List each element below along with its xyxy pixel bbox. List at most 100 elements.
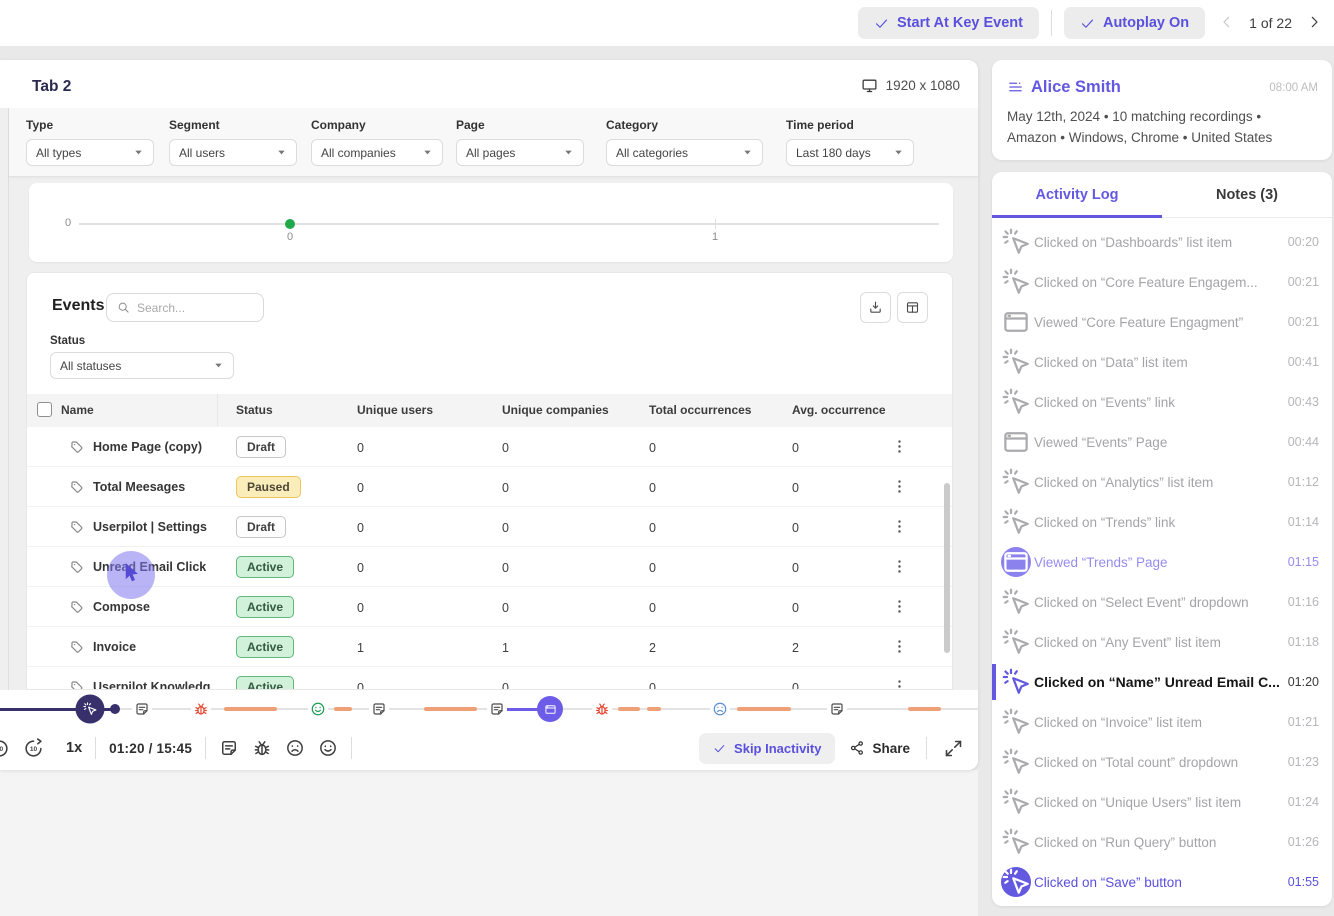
kebab-menu-icon[interactable] [891,638,908,655]
playback-timeline[interactable] [0,694,978,724]
status-badge: Active [236,596,294,618]
events-search[interactable] [106,293,264,322]
timeline-frown-marker[interactable] [710,699,730,719]
forward-10-button[interactable]: 10 [23,738,44,759]
cell-value: 0 [357,561,364,575]
table-columns-button[interactable] [897,292,928,323]
divider [95,737,96,759]
check-icon [874,16,889,31]
select-all-checkbox[interactable] [37,402,52,417]
report-bug-button[interactable] [252,738,272,758]
activity-log-item[interactable]: Clicked on “Total count” dropdown01:23 [992,742,1332,782]
cell-value: 0 [502,441,509,455]
search-input[interactable] [137,301,253,315]
filter-select[interactable]: All categories [606,139,763,166]
table-row[interactable]: Userpilot Knowledge ...Active0000 [27,667,952,689]
chevron-down-icon [213,360,224,371]
cell-value: 0 [792,481,799,495]
table-row[interactable]: Userpilot | SettingsDraft0000 [27,507,952,547]
table-row[interactable]: Unread Email ClickActive0000 [27,547,952,587]
user-name[interactable]: Alice Smith [1031,78,1121,97]
tab-activity-log[interactable]: Activity Log [992,172,1162,217]
chart-x-tick: 1 [712,231,718,243]
next-recording-button[interactable] [1304,13,1324,33]
filter-select[interactable]: All users [169,139,297,166]
column-header: Unique companies [502,403,609,417]
timeline-playhead[interactable] [76,695,105,724]
activity-log-item[interactable]: Clicked on “Invoice” list item01:21 [992,702,1332,742]
activity-log-item[interactable]: Clicked on “Events” link00:43 [992,382,1332,422]
activity-log-item[interactable]: Clicked on “Select Event” dropdown01:16 [992,582,1332,622]
activity-log-item[interactable]: Clicked on “Data” list item00:41 [992,342,1332,382]
chevD-icon [422,147,433,158]
timeline-note-marker[interactable] [132,699,152,719]
activity-log-item[interactable]: Clicked on “Core Feature Engagem...00:21 [992,262,1332,302]
add-note-button[interactable] [219,738,239,758]
activity-text: Clicked on “Events” link [1034,395,1284,410]
chart-data-point[interactable] [285,219,295,229]
activity-log-item[interactable]: Clicked on “Any Event” list item01:18 [992,622,1332,662]
negative-reaction-button[interactable] [285,738,305,758]
filter-select[interactable]: All companies [311,139,443,166]
timeline-note-marker[interactable] [487,699,507,719]
table-row[interactable]: InvoiceActive1122 [27,627,952,667]
recorded-app: TypeAll typesSegmentAll usersCompanyAll … [8,108,978,690]
activity-text: Clicked on “Name” Unread Email C... [1034,674,1284,690]
table-row[interactable]: Home Page (copy)Draft0000 [27,427,952,467]
timeline-bug-marker[interactable] [191,699,211,719]
start-at-key-event-button[interactable]: Start At Key Event [858,7,1039,39]
smile-icon [310,701,326,717]
kebab-menu-icon[interactable] [891,518,908,535]
activity-log-item[interactable]: Clicked on “Trends” link01:14 [992,502,1332,542]
filter-segment: SegmentAll users [169,118,297,166]
activity-log-item[interactable]: Viewed “Core Feature Engagment”00:21 [992,302,1332,342]
playback-speed-button[interactable]: 1x [66,740,82,756]
activity-log-item[interactable]: Clicked on “Dashboards” list item00:20 [992,222,1332,262]
activity-log-item[interactable]: Viewed “Trends” Page01:15 [992,542,1332,582]
skip-inactivity-toggle[interactable]: Skip Inactivity [699,733,835,764]
screen-resolution: 1920 x 1080 [861,77,960,94]
timeline-bug-marker[interactable] [592,699,612,719]
expand-icon [943,738,964,759]
activity-log-item[interactable]: Clicked on “Run Query” button01:26 [992,822,1332,862]
timeline-note-marker[interactable] [369,699,389,719]
autoplay-button[interactable]: Autoplay On [1064,7,1205,39]
activity-log-item[interactable]: Clicked on “Name” Unread Email C...01:20 [992,662,1332,702]
event-name: Invoice [93,640,136,654]
fullscreen-button[interactable] [943,738,964,759]
cell-value: 0 [792,681,799,689]
timeline-event-marker[interactable] [537,696,563,722]
tab-notes[interactable]: Notes (3) [1162,172,1332,217]
note-icon [134,701,150,717]
activity-text: Clicked on “Trends” link [1034,515,1284,530]
event-name: Compose [93,600,150,614]
timeline-note-marker[interactable] [827,699,847,719]
filter-label: Company [311,118,443,132]
activity-log-item[interactable]: Clicked on “Save” button01:55 [992,862,1332,902]
activity-log-item[interactable]: Viewed “Events” Page00:44 [992,422,1332,462]
filter-select[interactable]: All types [26,139,154,166]
filter-select[interactable]: All pages [456,139,584,166]
table-row[interactable]: Total MeesagesPaused0000 [27,467,952,507]
download-button[interactable] [860,292,891,323]
kebab-menu-icon[interactable] [891,678,908,689]
positive-reaction-button[interactable] [318,738,338,758]
activity-log-item[interactable]: Clicked on “Analytics” list item01:12 [992,462,1332,502]
timeline-smile-marker[interactable] [308,699,328,719]
prev-recording-button[interactable] [1217,13,1237,33]
filter-select[interactable]: Last 180 days [786,139,914,166]
activity-log-item[interactable]: Clicked on “Unique Users” list item01:24 [992,782,1332,822]
kebab-menu-icon[interactable] [891,598,908,615]
status-filter-select[interactable]: All statuses [50,352,234,379]
kebab-menu-icon[interactable] [891,438,908,455]
page-icon [544,703,557,716]
timeline-dot-marker[interactable] [110,704,120,714]
rewind-10-button[interactable]: 10 [0,738,10,759]
share-button[interactable]: Share [849,740,910,756]
table-row[interactable]: ComposeActive0000 [27,587,952,627]
kebab-menu-icon[interactable] [891,558,908,575]
timeline-segment-orange [647,707,661,711]
kebab-menu-icon[interactable] [891,478,908,495]
table-scrollbar[interactable] [944,483,950,653]
cell-value: 2 [649,641,656,655]
